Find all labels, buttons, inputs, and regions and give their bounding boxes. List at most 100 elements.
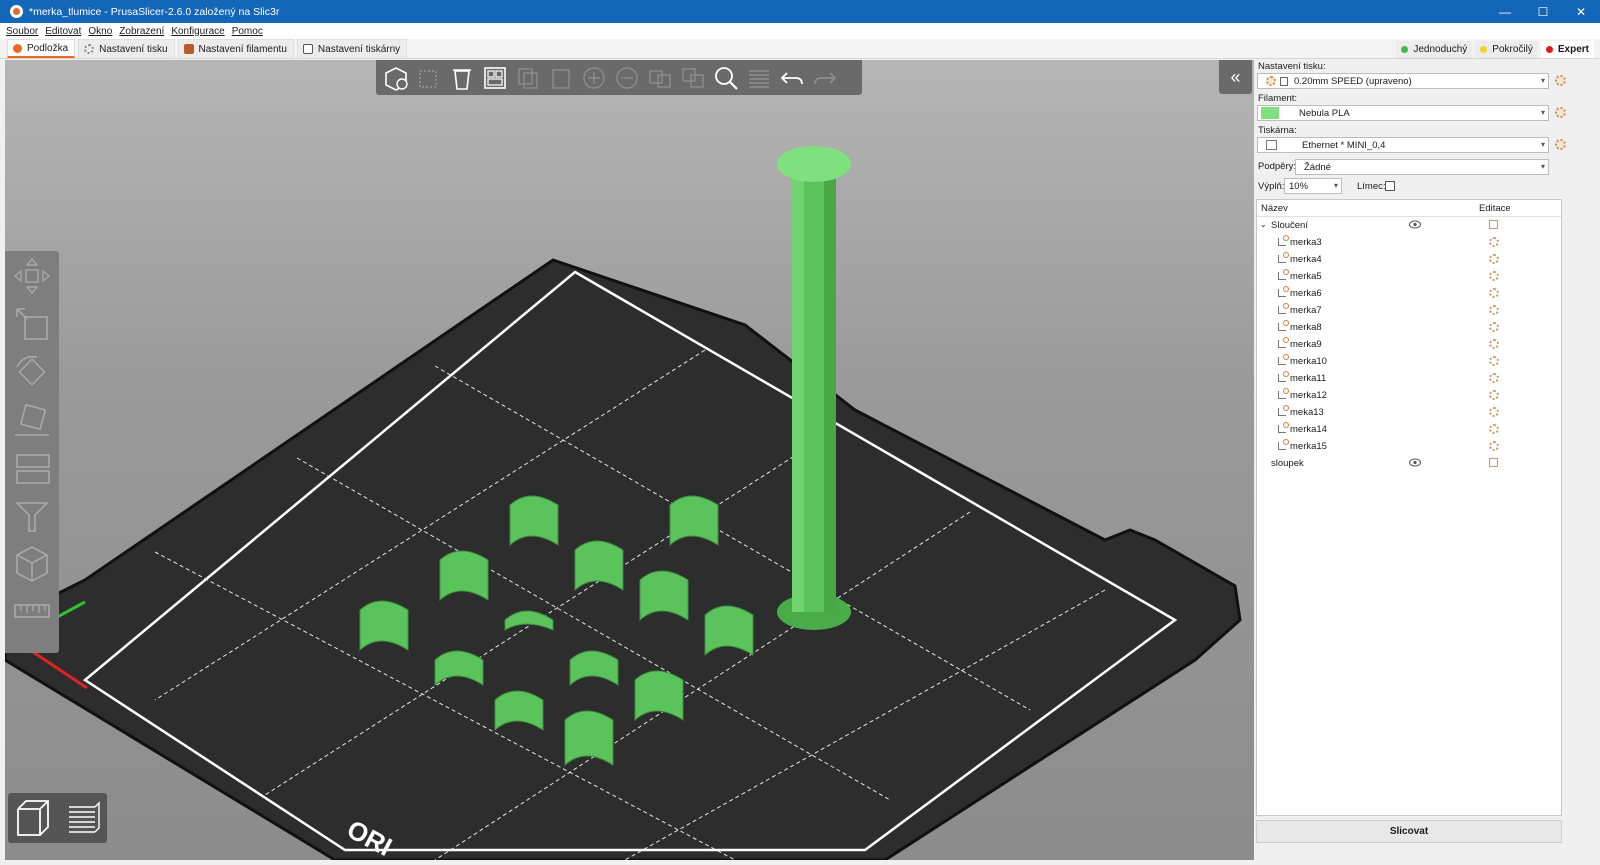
column-name-header[interactable]: Název xyxy=(1261,203,1288,214)
filament-cog-icon[interactable] xyxy=(1555,107,1566,118)
menu-help[interactable]: Pomoc xyxy=(232,26,263,37)
undo-button[interactable] xyxy=(778,64,806,92)
add-object-button[interactable] xyxy=(382,64,410,92)
chevron-down-icon: ▾ xyxy=(1540,108,1545,117)
cog-icon[interactable] xyxy=(1489,237,1499,247)
column-edit-header[interactable]: Editace xyxy=(1479,203,1511,214)
list-item[interactable]: merka5 xyxy=(1257,268,1561,285)
mode-switcher: Jednoduchý Pokročilý Expert xyxy=(1393,39,1594,59)
undo-icon xyxy=(780,71,803,84)
list-item[interactable]: merka11 xyxy=(1257,370,1561,387)
layers-icon xyxy=(749,69,769,88)
cog-icon[interactable] xyxy=(1489,390,1499,400)
eye-icon[interactable] xyxy=(1409,220,1421,229)
cog-icon[interactable] xyxy=(1489,305,1499,315)
delete-button[interactable] xyxy=(415,64,443,92)
search-button[interactable] xyxy=(712,64,740,92)
eye-icon[interactable] xyxy=(1409,458,1421,467)
cog-icon[interactable] xyxy=(1489,407,1499,417)
part-icon xyxy=(1278,354,1289,365)
mode-simple[interactable]: Jednoduchý xyxy=(1396,40,1473,58)
printer-combo[interactable]: Ethernet * MINI_0,4 ▾ xyxy=(1257,137,1549,153)
cog-icon[interactable] xyxy=(1489,254,1499,264)
list-item[interactable]: merka15 xyxy=(1257,438,1561,455)
layers-editing-button[interactable] xyxy=(745,64,773,92)
list-item[interactable]: merka6 xyxy=(1257,285,1561,302)
list-item[interactable]: merka8 xyxy=(1257,319,1561,336)
list-item[interactable]: merka14 xyxy=(1257,421,1561,438)
cog-icon[interactable] xyxy=(1489,339,1499,349)
arrange-button[interactable] xyxy=(481,64,509,92)
mode-expert[interactable]: Expert xyxy=(1540,40,1594,58)
move-icon[interactable] xyxy=(11,255,53,297)
sidebar: Nastavení tisku: 0.20mm SPEED (upraveno)… xyxy=(1255,60,1600,865)
menu-view[interactable]: Zobrazení xyxy=(119,26,164,37)
list-item[interactable]: merka12 xyxy=(1257,387,1561,404)
add-instance-button[interactable] xyxy=(580,64,608,92)
cog-icon[interactable] xyxy=(1489,441,1499,451)
redo-button[interactable] xyxy=(811,64,839,92)
printer-cog-icon[interactable] xyxy=(1555,139,1566,150)
minimize-button[interactable]: — xyxy=(1486,0,1524,23)
cog-icon[interactable] xyxy=(1489,271,1499,281)
print-settings-cog-icon[interactable] xyxy=(1555,75,1566,86)
cog-icon[interactable] xyxy=(1489,322,1499,332)
scene-canvas[interactable]: ORI xyxy=(5,60,1254,860)
slice-button[interactable]: Slicovat xyxy=(1256,820,1562,843)
split-objects-button[interactable] xyxy=(646,64,674,92)
delete-all-button[interactable] xyxy=(448,64,476,92)
menu-edit[interactable]: Editovat xyxy=(45,26,81,37)
list-item[interactable]: merka4 xyxy=(1257,251,1561,268)
split-parts-button[interactable] xyxy=(679,64,707,92)
tab-printer-settings[interactable]: Nastavení tiskárny xyxy=(296,39,408,58)
edit-icon[interactable] xyxy=(1489,220,1498,229)
view-cube-icon[interactable] xyxy=(11,543,53,585)
list-item[interactable]: merka7 xyxy=(1257,302,1561,319)
collapse-sidebar-button[interactable]: « xyxy=(1219,60,1252,94)
edit-icon[interactable] xyxy=(1489,458,1498,467)
copy-button[interactable] xyxy=(514,64,542,92)
place-on-face-icon[interactable] xyxy=(11,399,53,441)
preview-button[interactable] xyxy=(61,797,103,839)
measure-icon[interactable] xyxy=(11,591,53,633)
cog-icon[interactable] xyxy=(1489,288,1499,298)
paste-button[interactable] xyxy=(547,64,575,92)
brim-checkbox[interactable] xyxy=(1385,181,1395,191)
maximize-button[interactable]: ☐ xyxy=(1524,0,1562,23)
tab-filament-settings[interactable]: Nastavení filamentu xyxy=(177,39,294,58)
rotate-icon[interactable] xyxy=(11,351,53,393)
3d-viewport[interactable]: ORI « xyxy=(5,60,1254,860)
chevron-down-icon: ▾ xyxy=(1540,76,1545,85)
chevron-down-icon[interactable]: ⌄ xyxy=(1260,220,1267,229)
menu-file[interactable]: Soubor xyxy=(6,26,38,37)
infill-combo[interactable]: 10% ▾ xyxy=(1284,178,1342,194)
list-item[interactable]: merka9 xyxy=(1257,336,1561,353)
mode-advanced[interactable]: Pokročilý xyxy=(1475,40,1538,58)
cog-icon[interactable] xyxy=(1489,373,1499,383)
search-icon xyxy=(715,66,738,90)
remove-instance-button[interactable] xyxy=(613,64,641,92)
infill-label: Výplň: xyxy=(1258,181,1285,192)
filament-combo[interactable]: Nebula PLA ▾ xyxy=(1257,105,1549,121)
part-name: merka10 xyxy=(1290,356,1327,367)
cog-icon[interactable] xyxy=(1489,424,1499,434)
list-item[interactable]: merka3 xyxy=(1257,234,1561,251)
object-row-column[interactable]: sloupek xyxy=(1257,455,1561,472)
3d-view-button[interactable] xyxy=(12,797,54,839)
list-item[interactable]: meka13 xyxy=(1257,404,1561,421)
close-button[interactable]: ✕ xyxy=(1562,0,1600,23)
menu-window[interactable]: Okno xyxy=(88,26,112,37)
part-icon xyxy=(1278,252,1289,263)
menu-configuration[interactable]: Konfigurace xyxy=(171,26,224,37)
cog-icon[interactable] xyxy=(1489,356,1499,366)
paint-supports-icon[interactable] xyxy=(11,495,53,537)
print-settings-combo[interactable]: 0.20mm SPEED (upraveno) ▾ xyxy=(1257,73,1549,89)
tab-plater[interactable]: Podložka xyxy=(7,39,76,58)
tab-print-settings[interactable]: Nastavení tisku xyxy=(78,39,175,58)
cut-icon[interactable] xyxy=(11,447,53,489)
object-row-group[interactable]: ⌄ Sloučení xyxy=(1257,217,1561,234)
scale-icon[interactable] xyxy=(11,303,53,345)
part-icon xyxy=(1278,439,1289,450)
list-item[interactable]: merka10 xyxy=(1257,353,1561,370)
supports-combo[interactable]: Žádné ▾ xyxy=(1295,159,1549,175)
